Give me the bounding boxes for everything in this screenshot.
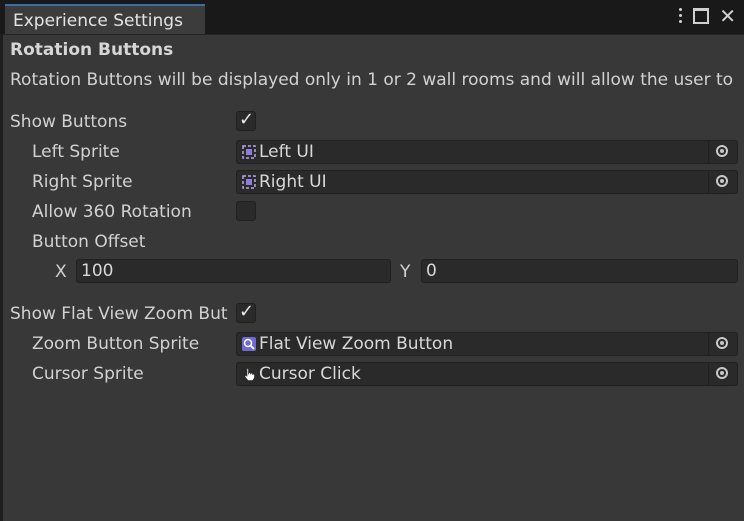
checkmark-icon: ✓ [239,109,255,130]
offset-y-input[interactable]: 0 [421,259,738,283]
kebab-menu-icon[interactable] [677,8,683,24]
zoom-button-sprite-value: Flat View Zoom Button [259,334,454,354]
cursor-sprite-field[interactable]: Cursor Click [236,362,738,386]
show-flat-view-label: Show Flat View Zoom But [10,304,228,324]
offset-x-label[interactable]: X [55,262,67,282]
cursor-sprite-label: Cursor Sprite [32,364,144,384]
panel-left-edge [0,34,3,521]
object-picker-button[interactable] [708,171,737,193]
section-header: Rotation Buttons [10,40,174,60]
object-picker-button[interactable] [708,333,737,355]
button-offset-label: Button Offset [32,232,146,252]
allow-360-label: Allow 360 Rotation [32,202,192,222]
left-sprite-field[interactable]: Left UI [236,140,738,164]
right-sprite-value: Right UI [259,172,327,192]
window-titlebar: Experience Settings ✕ [0,0,744,34]
allow-360-checkbox[interactable] [236,201,256,221]
offset-y-value: 0 [426,261,437,281]
hand-cursor-icon [244,368,255,381]
sprite-icon [242,145,256,159]
left-sprite-value: Left UI [259,142,314,162]
tab-label: Experience Settings [13,11,183,31]
close-icon[interactable]: ✕ [719,6,736,26]
left-sprite-label: Left Sprite [32,142,120,162]
zoom-button-sprite-label: Zoom Button Sprite [32,334,200,354]
show-buttons-label: Show Buttons [10,112,128,132]
tab-experience-settings[interactable]: Experience Settings [5,4,205,34]
object-picker-button[interactable] [708,141,737,163]
right-sprite-field[interactable]: Right UI [236,170,738,194]
offset-x-value: 100 [81,261,114,281]
offset-y-label[interactable]: Y [400,262,410,282]
right-sprite-label: Right Sprite [32,172,133,192]
zoom-button-sprite-field[interactable]: Flat View Zoom Button [236,332,738,356]
object-picker-button[interactable] [708,363,737,385]
show-buttons-checkbox[interactable]: ✓ [236,109,256,131]
section-description: Rotation Buttons will be displayed only … [10,70,734,90]
checkmark-icon: ✓ [239,301,255,322]
cursor-sprite-value: Cursor Click [259,364,361,384]
zoom-sprite-icon [242,337,256,351]
offset-x-input[interactable]: 100 [76,259,391,283]
sprite-icon [242,175,256,189]
show-flat-view-checkbox[interactable]: ✓ [236,301,256,323]
window-controls: ✕ [677,6,736,26]
maximize-icon[interactable] [693,8,710,24]
